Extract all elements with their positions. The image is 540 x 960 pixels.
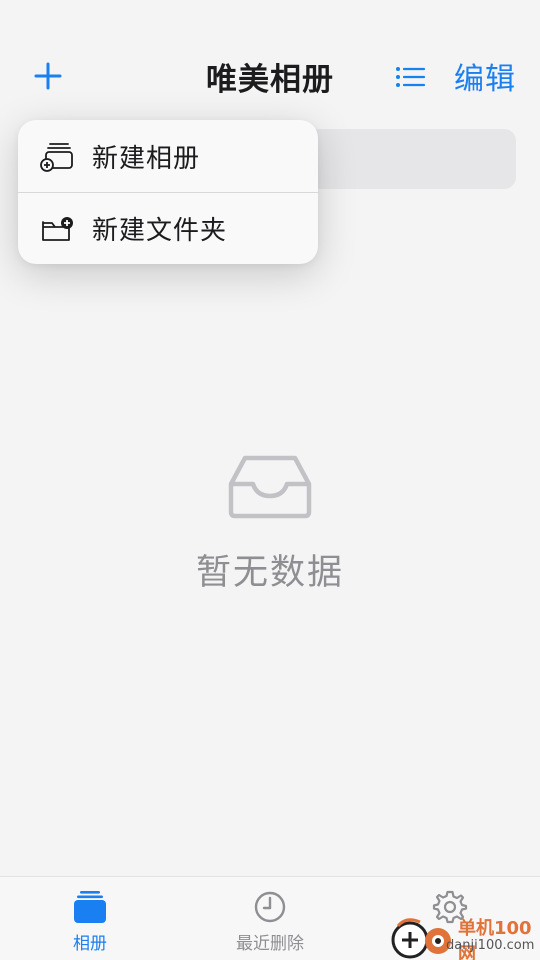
menu-item-new-folder[interactable]: 新建文件夹 — [18, 192, 318, 264]
menu-item-label: 新建相册 — [92, 143, 201, 174]
add-popup-menu: 新建相册 新建文件夹 — [18, 120, 318, 264]
edit-button[interactable]: 编辑 — [454, 54, 516, 98]
empty-state-text: 暂无数据 — [195, 553, 344, 593]
menu-item-new-album[interactable]: 新建相册 — [18, 120, 318, 192]
empty-state: 暂无数据 — [0, 450, 540, 595]
watermark-logo: 单机100网 danji100.com — [388, 914, 540, 960]
albums-icon — [74, 891, 106, 923]
watermark-url: danji100.com — [446, 938, 535, 953]
tab-recently-deleted[interactable]: 最近删除 — [180, 889, 360, 954]
list-icon — [396, 67, 426, 87]
watermark-mascot-icon — [391, 918, 451, 959]
clock-icon — [254, 891, 286, 923]
tab-albums[interactable]: 相册 — [0, 889, 180, 954]
new-album-icon — [40, 143, 73, 172]
nav-header: 唯美相册 编辑 — [0, 40, 540, 112]
app-screen: 唯美相册 编辑 新建相册 新建文件夹 暂无数据 相册 最近删除 单机100网 d… — [0, 0, 540, 960]
tab-label: 最近删除 — [236, 934, 304, 954]
menu-item-label: 新建文件夹 — [92, 216, 228, 246]
watermark-text: 单机100网 — [458, 918, 532, 960]
inbox-tray-icon — [228, 455, 312, 519]
new-folder-icon — [42, 217, 73, 241]
tab-label: 相册 — [73, 934, 107, 954]
list-view-button[interactable] — [394, 62, 428, 92]
